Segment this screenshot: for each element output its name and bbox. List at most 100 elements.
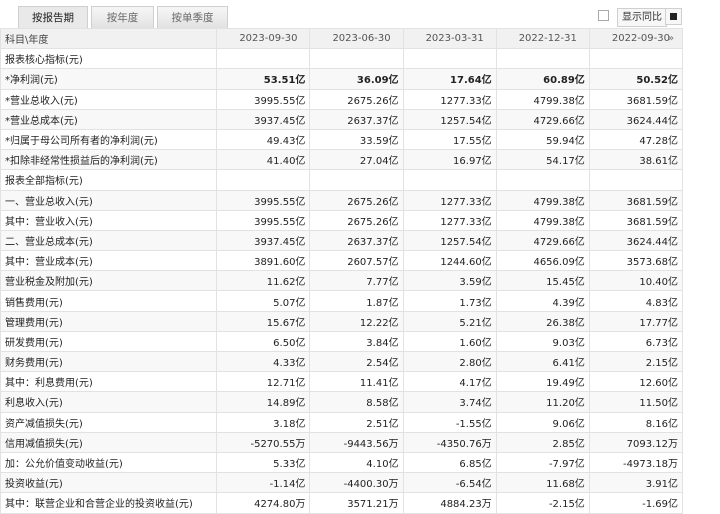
value-cell: 3.91亿 <box>588 472 684 494</box>
table-row: 加：公允价值变动收益(元) 5.33亿 4.10亿 6.85亿 -7.97亿 -4973.… <box>0 451 684 474</box>
table-row: 信用减值损失(元) -5270.55万 -9443.56万 -4350.76万 2.85… <box>0 431 684 453</box>
value-cell: 3995.55亿 <box>216 88 311 110</box>
table-row: *扣除非经常性损益后的净利润(元) 41.40亿 27.04亿 16.97亿 54.17… <box>0 149 684 171</box>
value-cell: 3937.45亿 <box>216 229 311 252</box>
table-header-row: 科目\年度 2023-09-30 2023-06-30 2023-03-31 2… <box>0 27 684 50</box>
table-row: 其中：利息费用(元) 12.71亿 11.41亿 4.17亿 19.49亿 12.60亿 <box>0 371 684 393</box>
value-cell: 38.61亿 <box>588 149 684 171</box>
value-cell: 12.60亿 <box>588 371 684 393</box>
value-cell: 6.85亿 <box>402 451 497 474</box>
period-header[interactable]: 2023-09-30 <box>216 27 311 50</box>
value-cell: 6.50亿 <box>216 330 311 353</box>
table-row: 营业税金及附加(元) 11.62亿 7.77亿 3.59亿 15.45亿 10.40亿 <box>0 270 684 292</box>
value-cell: 17.64亿 <box>402 68 497 90</box>
value-cell <box>402 48 497 70</box>
period-header[interactable]: 2023-06-30 <box>309 27 404 50</box>
value-cell: -1.14亿 <box>216 472 311 494</box>
table-row: *归属于母公司所有者的净利润(元) 49.43亿 33.59亿 17.55亿 59.94… <box>0 128 684 151</box>
value-cell: 3573.68亿 <box>588 250 684 272</box>
row-label: *扣除非经常性损益后的净利润(元) <box>0 149 218 171</box>
value-cell: 4729.66亿 <box>495 108 590 130</box>
value-cell: 5.07亿 <box>216 290 311 312</box>
row-label: 其中：联营企业和合营企业的投资收益(元) <box>0 492 218 514</box>
table-row: 利息收入(元) 14.89亿 8.58亿 3.74亿 11.20亿 11.50亿 <box>0 391 684 413</box>
value-cell: 3681.59亿 <box>588 189 684 211</box>
value-cell: 11.41亿 <box>309 371 404 393</box>
tab-by-quarter[interactable]: 按单季度 <box>157 6 228 28</box>
value-cell: 19.49亿 <box>495 371 590 393</box>
toolbar: 按报告期 按年度 按单季度 显示同比 <box>0 0 720 30</box>
value-cell: 8.58亿 <box>309 391 404 413</box>
value-cell: 3995.55亿 <box>216 209 311 231</box>
value-cell: 1277.33亿 <box>402 88 497 110</box>
table-row: 管理费用(元) 15.67亿 12.22亿 5.21亿 26.38亿 17.77亿 <box>0 310 684 332</box>
yoy-checkbox[interactable] <box>598 10 609 21</box>
value-cell <box>309 48 404 70</box>
yoy-toggle-label[interactable]: 显示同比 <box>617 8 667 27</box>
value-cell: 2637.37亿 <box>309 108 404 130</box>
tab-by-report-period[interactable]: 按报告期 <box>18 6 88 28</box>
value-cell: 3624.44亿 <box>588 229 684 252</box>
value-cell: 4274.80万 <box>216 492 311 514</box>
value-cell: 2.15亿 <box>588 350 684 373</box>
value-cell: 3891.60亿 <box>216 250 311 272</box>
value-cell: -5270.55万 <box>216 431 311 453</box>
value-cell: 2607.57亿 <box>309 250 404 272</box>
value-cell: 1244.60亿 <box>402 250 497 272</box>
value-cell: 8.16亿 <box>588 411 684 433</box>
value-cell <box>495 169 590 191</box>
value-cell: 17.77亿 <box>588 310 684 332</box>
value-cell <box>309 169 404 191</box>
value-cell: 2.80亿 <box>402 350 497 373</box>
value-cell: 5.21亿 <box>402 310 497 332</box>
value-cell: 12.71亿 <box>216 371 311 393</box>
row-label: *营业总收入(元) <box>0 88 218 110</box>
value-cell: 11.68亿 <box>495 472 590 494</box>
row-label: 财务费用(元) <box>0 350 218 373</box>
row-label: 资产减值损失(元) <box>0 411 218 433</box>
value-cell: 54.17亿 <box>495 149 590 171</box>
table-row: 其中：营业收入(元) 3995.55亿 2675.26亿 1277.33亿 4799.3… <box>0 209 684 231</box>
value-cell <box>216 169 311 191</box>
row-label: 报表核心指标(元) <box>0 48 218 70</box>
value-cell: 50.52亿 <box>588 68 684 90</box>
value-cell: 4799.38亿 <box>495 189 590 211</box>
value-cell: 4.33亿 <box>216 350 311 373</box>
value-cell: 16.97亿 <box>402 149 497 171</box>
row-label: 其中：利息费用(元) <box>0 371 218 393</box>
value-cell: 1.73亿 <box>402 290 497 312</box>
value-cell: 4729.66亿 <box>495 229 590 252</box>
value-cell: 4799.38亿 <box>495 88 590 110</box>
value-cell: -4973.18万 <box>588 451 684 474</box>
value-cell: 11.62亿 <box>216 270 311 292</box>
table-row: 研发费用(元) 6.50亿 3.84亿 1.60亿 9.03亿 6.73亿 <box>0 330 684 353</box>
table-row: *营业总成本(元) 3937.45亿 2637.37亿 1257.54亿 4729.66… <box>0 108 684 130</box>
value-cell: 60.89亿 <box>495 68 590 90</box>
row-label: *净利润(元) <box>0 68 218 90</box>
table-row: 其中：联营企业和合营企业的投资收益(元) 4274.80万 3571.21万 4884… <box>0 492 684 514</box>
value-cell: -9443.56万 <box>309 431 404 453</box>
value-cell: 2675.26亿 <box>309 88 404 110</box>
row-label: 其中：营业成本(元) <box>0 250 218 272</box>
section-row: 报表核心指标(元) <box>0 48 684 70</box>
period-header[interactable]: 2023-03-31 <box>402 27 497 50</box>
value-cell: 2.51亿 <box>309 411 404 433</box>
value-cell: 1.60亿 <box>402 330 497 353</box>
value-cell: 53.51亿 <box>216 68 311 90</box>
value-cell: 3937.45亿 <box>216 108 311 130</box>
value-cell: 7.77亿 <box>309 270 404 292</box>
value-cell: 10.40亿 <box>588 270 684 292</box>
row-label: 一、营业总收入(元) <box>0 189 218 211</box>
scroll-right-icon[interactable]: » <box>668 33 674 44</box>
row-label: 营业税金及附加(元) <box>0 270 218 292</box>
square-icon[interactable] <box>665 8 682 25</box>
value-cell: 1277.33亿 <box>402 189 497 211</box>
tab-by-year[interactable]: 按年度 <box>91 6 154 28</box>
row-label: 利息收入(元) <box>0 391 218 413</box>
period-header[interactable]: 2022-12-31 <box>495 27 590 50</box>
table-row: 财务费用(元) 4.33亿 2.54亿 2.80亿 6.41亿 2.15亿 <box>0 350 684 373</box>
value-cell: 3571.21万 <box>309 492 404 514</box>
row-label: 销售费用(元) <box>0 290 218 312</box>
value-cell: 11.20亿 <box>495 391 590 413</box>
value-cell: 33.59亿 <box>309 128 404 151</box>
